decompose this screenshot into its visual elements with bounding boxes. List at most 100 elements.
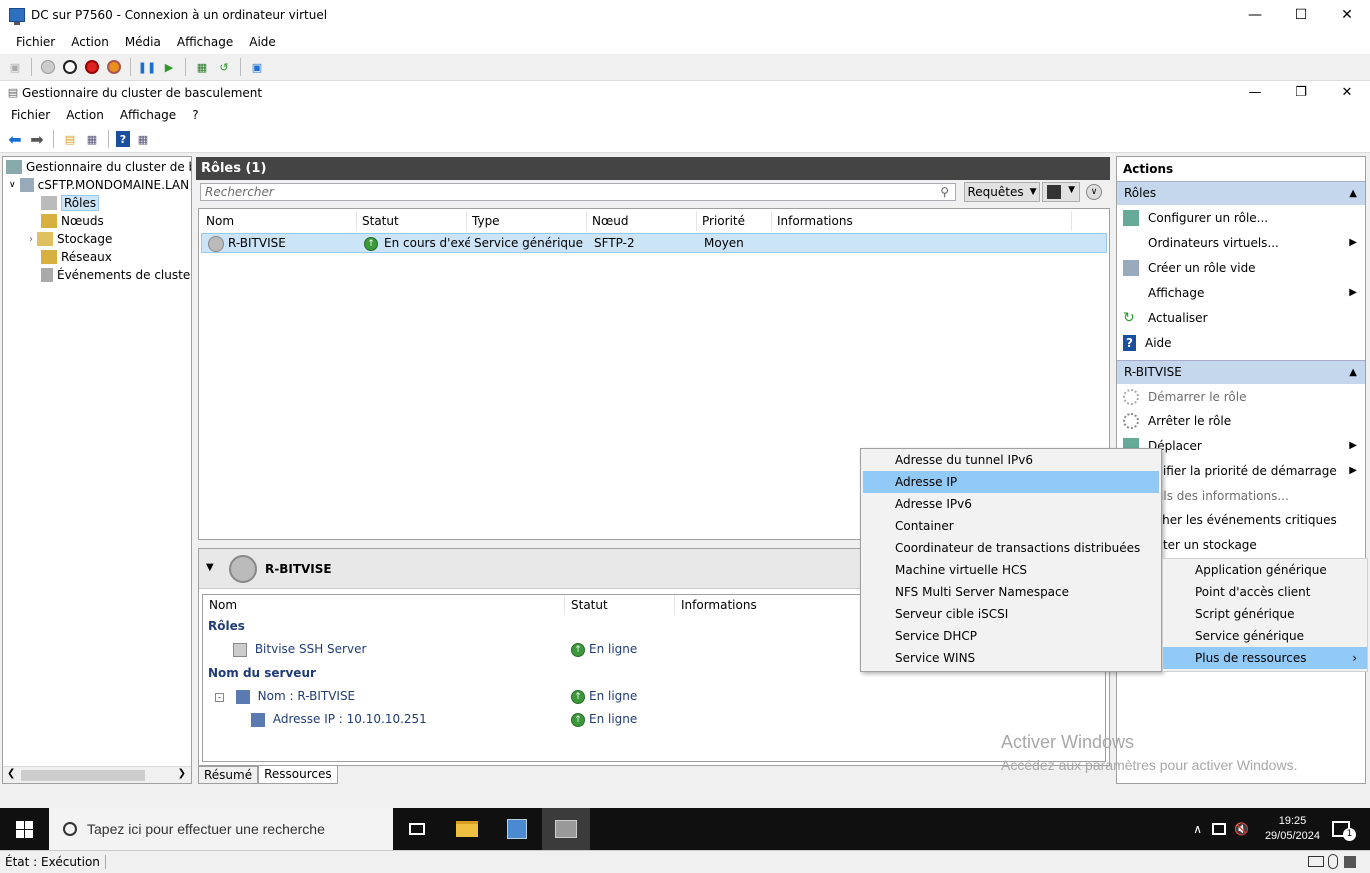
- action-create-empty-role[interactable]: Créer un rôle vide: [1117, 255, 1365, 280]
- menu-item-nfs-namespace[interactable]: NFS Multi Server Namespace: [863, 581, 1159, 603]
- menu-item-more-resources[interactable]: Plus de ressources ›: [1163, 647, 1367, 669]
- task-view-icon[interactable]: [393, 808, 441, 850]
- menu-item-iscsi-target[interactable]: Serveur cible iSCSI: [863, 603, 1159, 625]
- action-virtual-machines[interactable]: Ordinateurs virtuels... ▶: [1117, 230, 1365, 255]
- action-stop-role[interactable]: Arrêter le rôle: [1117, 408, 1365, 433]
- close-button[interactable]: ✕: [1324, 0, 1370, 30]
- forward-icon[interactable]: ➡: [28, 130, 46, 149]
- tab-summary[interactable]: Résumé: [198, 766, 259, 784]
- search-icon[interactable]: ⚲: [940, 184, 949, 200]
- show-hide-tree-icon[interactable]: ▦: [83, 130, 101, 148]
- tab-resources[interactable]: Ressources: [258, 766, 338, 784]
- checkpoint-icon[interactable]: ▦: [193, 58, 211, 76]
- pause-icon[interactable]: ❚❚: [138, 58, 156, 76]
- tree-item-storage[interactable]: › Stockage: [29, 230, 112, 248]
- vm-menu-fichier[interactable]: Fichier: [0, 35, 63, 49]
- minimize-button[interactable]: —: [1232, 0, 1278, 30]
- queries-button[interactable]: Requêtes ▼: [964, 182, 1040, 202]
- show-hidden-icons-icon[interactable]: ∧: [1193, 822, 1202, 836]
- help-icon[interactable]: ?: [116, 131, 130, 147]
- menu-item-dhcp[interactable]: Service DHCP: [863, 625, 1159, 647]
- collapse-up-icon[interactable]: ▲: [1349, 182, 1357, 205]
- server-name-row[interactable]: - Nom : R-BITVISE: [215, 689, 355, 704]
- res-col-info[interactable]: Informations: [675, 595, 875, 615]
- actions-section-rbitvise[interactable]: R-BITVISE ▲: [1117, 360, 1365, 384]
- vm-menu-action[interactable]: Action: [63, 35, 117, 49]
- clock[interactable]: 19:25 29/05/2024: [1265, 814, 1320, 844]
- menu-item-generic-script[interactable]: Script générique: [1163, 603, 1367, 625]
- tree-horizontal-scrollbar[interactable]: ❮ ❯: [3, 766, 191, 783]
- tree-root[interactable]: Gestionnaire du cluster de basc: [6, 158, 191, 176]
- table-row[interactable]: R-BITVISE ↑ En cours d'exé... Service gé…: [201, 233, 1107, 253]
- resource-row[interactable]: Bitvise SSH Server: [233, 642, 366, 657]
- vm-menu-affichage[interactable]: Affichage: [169, 35, 241, 49]
- up-folder-icon[interactable]: ▤: [61, 130, 79, 148]
- menu-item-ip-address[interactable]: Adresse IP: [863, 471, 1159, 493]
- tree-cluster[interactable]: ∨ cSFTP.MONDOMAINE.LAN: [9, 176, 189, 194]
- col-header-priority[interactable]: Priorité: [697, 211, 772, 231]
- action-view[interactable]: Affichage ▶: [1117, 280, 1365, 305]
- show-action-pane-icon[interactable]: ▦: [134, 130, 152, 148]
- power-icon[interactable]: [105, 58, 123, 76]
- res-col-name[interactable]: Nom: [203, 595, 565, 615]
- mmc-menu-affichage[interactable]: Affichage: [112, 108, 184, 122]
- tree-item-roles[interactable]: Rôles: [41, 194, 100, 212]
- scroll-right-icon[interactable]: ❯: [178, 768, 186, 779]
- maximize-button[interactable]: ☐: [1278, 0, 1324, 30]
- collapse-up-icon[interactable]: ▲: [1349, 361, 1357, 384]
- speaker-muted-icon[interactable]: 🔇: [1234, 822, 1249, 836]
- col-header-info[interactable]: Informations: [772, 211, 1072, 231]
- network-icon[interactable]: [1211, 823, 1226, 835]
- menu-item-wins[interactable]: Service WINS: [863, 647, 1159, 669]
- start-button[interactable]: [0, 808, 48, 850]
- notifications-icon[interactable]: 1: [1332, 821, 1356, 841]
- chevron-down-icon[interactable]: ∨: [9, 180, 16, 190]
- chevron-right-icon[interactable]: ›: [29, 234, 33, 245]
- tree-item-events[interactable]: Événements de cluster: [41, 266, 191, 284]
- enhanced-session-icon[interactable]: ▣: [248, 58, 266, 76]
- mmc-menu-fichier[interactable]: Fichier: [0, 108, 58, 122]
- ctrl-alt-del-icon[interactable]: ▣: [6, 58, 24, 76]
- menu-item-container[interactable]: Container: [863, 515, 1159, 537]
- file-explorer-icon[interactable]: [443, 808, 491, 850]
- scroll-left-icon[interactable]: ❮: [7, 768, 15, 779]
- vm-menu-aide[interactable]: Aide: [241, 35, 284, 49]
- menu-item-dtc[interactable]: Coordinateur de transactions distribuées: [863, 537, 1159, 559]
- resume-icon[interactable]: ▶: [160, 58, 178, 76]
- tree-item-nodes[interactable]: Nœuds: [41, 212, 104, 230]
- shutdown-icon[interactable]: [83, 58, 101, 76]
- menu-item-generic-service[interactable]: Service générique: [1163, 625, 1367, 647]
- col-header-status[interactable]: Statut: [357, 211, 467, 231]
- back-icon[interactable]: ⬅: [6, 130, 24, 149]
- menu-item-ipv6-address[interactable]: Adresse IPv6: [863, 493, 1159, 515]
- action-help[interactable]: ? Aide: [1117, 330, 1365, 355]
- mmc-minimize-button[interactable]: —: [1232, 81, 1278, 103]
- search-input[interactable]: Rechercher ⚲: [200, 183, 956, 201]
- action-configure-role[interactable]: Configurer un rôle...: [1117, 205, 1365, 230]
- mmc-menu-help[interactable]: ?: [184, 108, 206, 122]
- col-header-owner[interactable]: Nœud propriétaire: [587, 211, 697, 248]
- res-col-status[interactable]: Statut: [565, 595, 675, 615]
- revert-icon[interactable]: ↺: [215, 58, 233, 76]
- action-refresh[interactable]: ↻ Actualiser: [1117, 305, 1365, 330]
- mmc-menu-action[interactable]: Action: [58, 108, 112, 122]
- actions-section-roles[interactable]: Rôles ▲: [1117, 181, 1365, 205]
- turn-off-icon[interactable]: [61, 58, 79, 76]
- menu-item-client-access-point[interactable]: Point d'accès client: [1163, 581, 1367, 603]
- collapse-icon[interactable]: -: [215, 693, 224, 702]
- action-start-role[interactable]: Démarrer le rôle: [1117, 384, 1365, 409]
- mmc-close-button[interactable]: ✕: [1324, 81, 1370, 103]
- col-header-type[interactable]: Type: [467, 211, 587, 231]
- collapse-search-button[interactable]: ∨: [1086, 184, 1102, 200]
- collapse-detail-icon[interactable]: ▼: [206, 562, 214, 573]
- server-manager-icon[interactable]: [493, 808, 541, 850]
- start-icon[interactable]: [39, 58, 57, 76]
- save-query-button[interactable]: ▼: [1042, 182, 1080, 202]
- tree-item-networks[interactable]: Réseaux: [41, 248, 112, 266]
- menu-item-hcs-vm[interactable]: Machine virtuelle HCS: [863, 559, 1159, 581]
- col-header-name[interactable]: Nom: [201, 211, 357, 231]
- menu-item-ipv6-tunnel[interactable]: Adresse du tunnel IPv6: [863, 449, 1159, 471]
- vm-menu-media[interactable]: Média: [117, 35, 169, 49]
- cluster-manager-taskbar-icon[interactable]: [542, 808, 590, 850]
- menu-item-generic-app[interactable]: Application générique: [1163, 559, 1367, 581]
